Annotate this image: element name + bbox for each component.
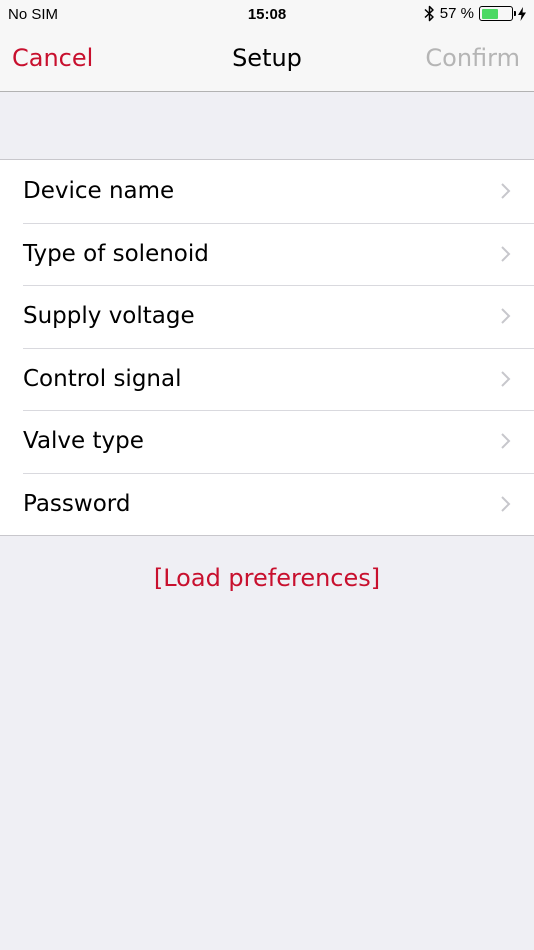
status-right-group: 57 % (424, 5, 526, 22)
navigation-bar: Cancel Setup Confirm (0, 30, 534, 92)
settings-item-label: Valve type (23, 428, 144, 455)
confirm-button[interactable]: Confirm (425, 44, 520, 72)
battery-fill (481, 8, 499, 19)
battery-icon (479, 6, 516, 21)
settings-item-label: Control signal (23, 365, 182, 392)
battery-percent: 57 % (439, 5, 474, 22)
chevron-right-icon (501, 433, 511, 449)
settings-item-password[interactable]: Password (0, 472, 534, 536)
chevron-right-icon (501, 308, 511, 324)
settings-item-supply-voltage[interactable]: Supply voltage (0, 285, 534, 348)
chevron-right-icon (501, 246, 511, 262)
load-preferences-button[interactable]: [Load preferences] (0, 564, 534, 592)
settings-item-label: Supply voltage (23, 303, 195, 330)
settings-item-device-name[interactable]: Device name (0, 160, 534, 223)
settings-item-label: Type of solenoid (23, 240, 209, 267)
charging-bolt-icon (518, 6, 526, 21)
chevron-right-icon (501, 496, 511, 512)
status-bar: No SIM 15:08 57 % (0, 0, 534, 30)
chevron-right-icon (501, 183, 511, 199)
settings-item-type-of-solenoid[interactable]: Type of solenoid (0, 222, 534, 286)
settings-item-label: Password (23, 490, 131, 517)
chevron-right-icon (501, 371, 511, 387)
battery-tip (513, 11, 516, 16)
settings-item-label: Device name (23, 178, 175, 205)
settings-item-valve-type[interactable]: Valve type (0, 410, 534, 473)
settings-item-control-signal[interactable]: Control signal (0, 347, 534, 411)
bluetooth-icon (424, 5, 434, 22)
settings-list: Device name Type of solenoid Supply voltag… (0, 159, 534, 536)
